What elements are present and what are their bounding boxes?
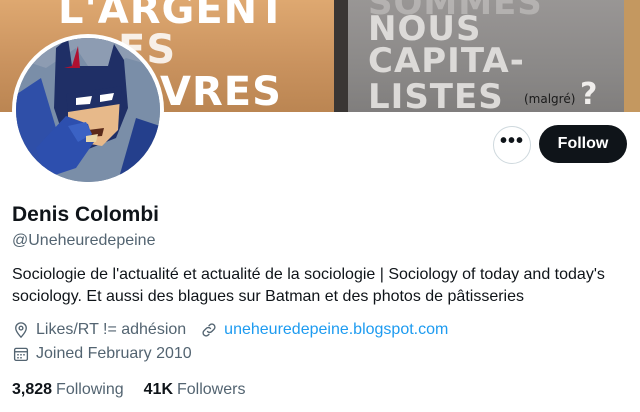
more-icon: ••• [499,130,524,152]
profile-website[interactable]: uneheuredepeine.blogspot.com [200,321,448,339]
website-link[interactable]: uneheuredepeine.blogspot.com [224,321,448,339]
followers-count: 41K [143,381,173,398]
profile-bio: Sociologie de l'actualité et actualité d… [12,266,605,305]
following-count: 3,828 [12,381,53,398]
profile-joined: Joined February 2010 [12,345,192,363]
link-icon [202,323,216,337]
location-icon [15,322,27,339]
banner-question-mark: ? [580,77,599,112]
banner-text-line: CAPITA- [368,41,525,81]
avatar[interactable] [16,38,160,182]
banner-edge [624,0,640,112]
profile-meta-row: Likes/RT != adhésion uneheuredepeine.blo… [12,321,462,339]
follow-button[interactable]: Follow [539,125,627,163]
batman-avatar-image [16,38,160,182]
followers-label: Followers [177,381,246,398]
banner-handwritten-note: (malgré) [524,92,576,106]
profile-stats: 3,828 Following 41K Followers [12,381,265,399]
joined-text: Joined February 2010 [36,345,192,362]
profile-location: Likes/RT != adhésion [12,321,186,339]
location-text: Likes/RT != adhésion [36,321,187,338]
following-label: Following [56,381,124,398]
profile-handle: @Uneheuredepeine [12,232,156,249]
following-link[interactable]: 3,828 Following [12,381,124,399]
banner-text-line: VRES [160,69,282,112]
profile-name: Denis Colombi [12,203,160,226]
more-options-button[interactable]: ••• [493,126,531,164]
followers-link[interactable]: 41K Followers [144,381,246,399]
calendar-icon [13,347,29,362]
banner-text-line: LISTES [368,77,504,112]
banner-text-line: L'ARGENT [58,0,287,33]
